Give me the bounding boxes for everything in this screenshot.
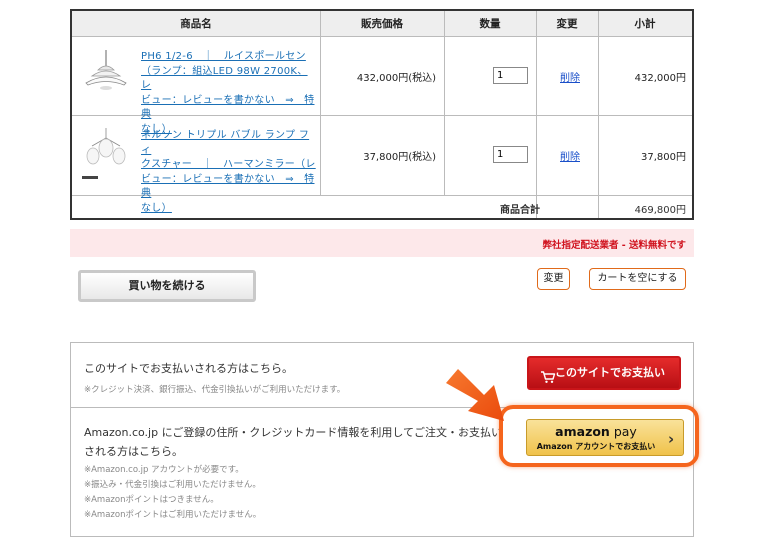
chevron-right-icon: › [668,430,675,448]
amazon-pay-button-label: Amazon アカウントでお支払い [536,442,656,451]
delete-link[interactable]: 削除 [560,69,580,84]
table-row: ネルソン トリプル バブル ランプ フィ クスチャー ｜ ハーマンミラー（レ ビ… [72,116,692,214]
item-subtotal: 432,000円 [634,73,686,84]
quantity-input[interactable] [493,67,528,84]
cart-table-header: 商品名 販売価格 数量 変更 小計 [72,11,692,37]
site-payment-button-label: このサイトでお支払い [555,366,665,379]
empty-cart-button[interactable]: カートを空にする [589,268,686,290]
shipping-notice-bar: 弊社指定配送業者 - 送料無料です [70,229,694,257]
site-payment-button[interactable]: このサイトでお支払い [527,356,681,390]
amazon-pay-button[interactable]: amazon pay Amazon アカウントでお支払い › [526,419,684,456]
cart-icon [540,366,556,383]
shipping-notice: 弊社指定配送業者 - 送料無料です [542,240,686,251]
change-button[interactable]: 変更 [537,268,570,290]
product-price: 37,800円(税込) [363,152,436,163]
site-payment-title: このサイトでお支払いされる方はこちら。 [84,362,293,375]
payment-panel: このサイトでお支払いされる方はこちら。 ※クレジット決済、銀行振込、代金引換払い… [70,342,699,537]
total-label: 商品合計 [500,205,540,216]
arrow-icon [444,365,510,423]
amazon-payment-notes: ※Amazon.co.jp アカウントが必要です。 ※振込み・代金引換はご利用い… [84,465,262,520]
pendant-lamp-icon[interactable] [80,48,132,104]
total-row: 商品合計 469,800円 [72,196,692,218]
header-product-name: 商品名 [180,18,212,30]
header-change: 変更 [556,18,578,30]
total-value: 469,800円 [634,205,686,216]
delete-link[interactable]: 削除 [560,148,580,163]
cart-table: 商品名 販売価格 数量 変更 小計 PH6 1/2-6 ｜ ルイスポールセン （… [70,9,694,220]
table-row: PH6 1/2-6 ｜ ルイスポールセン （ランプ：組込LED 98W 2700… [72,37,692,135]
item-subtotal: 37,800円 [641,152,686,163]
amazon-pay-logo: amazon pay [555,424,637,439]
bubble-lamp-icon[interactable] [80,126,132,182]
header-subtotal: 小計 [634,18,656,30]
header-price: 販売価格 [361,18,403,30]
site-payment-note: ※クレジット決済、銀行振込、代金引換払いがご利用いただけます。 [84,385,346,395]
quantity-input[interactable] [493,146,528,163]
amazon-payment-title: Amazon.co.jp にご登録の住所・クレジットカード情報を利用してご注文・… [84,426,503,458]
header-quantity: 数量 [479,18,501,30]
product-price: 432,000円(税込) [356,73,436,84]
continue-shopping-button[interactable]: 買い物を続ける [78,270,256,302]
